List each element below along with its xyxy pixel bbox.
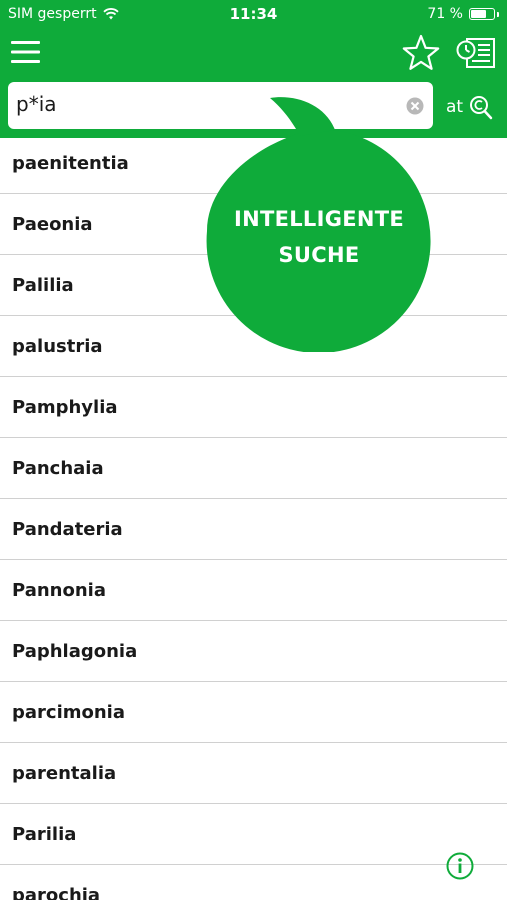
list-item-label: Paphlagonia: [12, 640, 138, 662]
list-item[interactable]: Pamphylia: [0, 377, 507, 438]
list-item-label: paenitentia: [12, 152, 129, 174]
battery-percent: 71 %: [427, 6, 463, 22]
list-item-label: parentalia: [12, 762, 117, 784]
app-screen: SIM gesperrt 11:34 71 % p*ia at paeniten…: [0, 0, 507, 900]
bubble-line-2: SUCHE: [278, 243, 360, 267]
list-item[interactable]: Panchaia: [0, 438, 507, 499]
list-item-label: Panchaia: [12, 457, 104, 479]
list-item[interactable]: Paphlagonia: [0, 621, 507, 682]
info-icon[interactable]: [446, 852, 474, 880]
menu-icon[interactable]: [11, 40, 41, 64]
bubble-text: INTELLIGENTE SUCHE: [207, 201, 431, 273]
list-item-label: Palilia: [12, 274, 74, 296]
list-item-label: Parilia: [12, 823, 77, 845]
list-item[interactable]: Pandateria: [0, 499, 507, 560]
battery-tip: [497, 11, 499, 17]
svg-text:at: at: [446, 97, 463, 117]
list-item-label: Paeonia: [12, 213, 93, 235]
list-item-label: palustria: [12, 335, 103, 357]
list-item[interactable]: parentalia: [0, 743, 507, 804]
at-search-icon[interactable]: at: [446, 92, 494, 122]
battery-icon: [469, 8, 495, 20]
battery-level-fill: [471, 10, 486, 18]
star-icon[interactable]: [402, 34, 440, 72]
history-list-icon[interactable]: [456, 36, 496, 70]
status-bar: SIM gesperrt 11:34 71 %: [0, 0, 507, 28]
list-item-label: parcimonia: [12, 701, 126, 723]
list-item[interactable]: parcimonia: [0, 682, 507, 743]
list-item-label: Pannonia: [12, 579, 106, 601]
list-item-label: parochia: [12, 884, 101, 900]
list-item-label: Pandateria: [12, 518, 123, 540]
list-item[interactable]: parochia: [0, 865, 507, 900]
status-right: 71 %: [427, 6, 499, 22]
list-item[interactable]: Pannonia: [0, 560, 507, 621]
bubble-line-1: INTELLIGENTE: [233, 207, 405, 231]
list-item-label: Pamphylia: [12, 396, 118, 418]
list-item[interactable]: Parilia: [0, 804, 507, 865]
